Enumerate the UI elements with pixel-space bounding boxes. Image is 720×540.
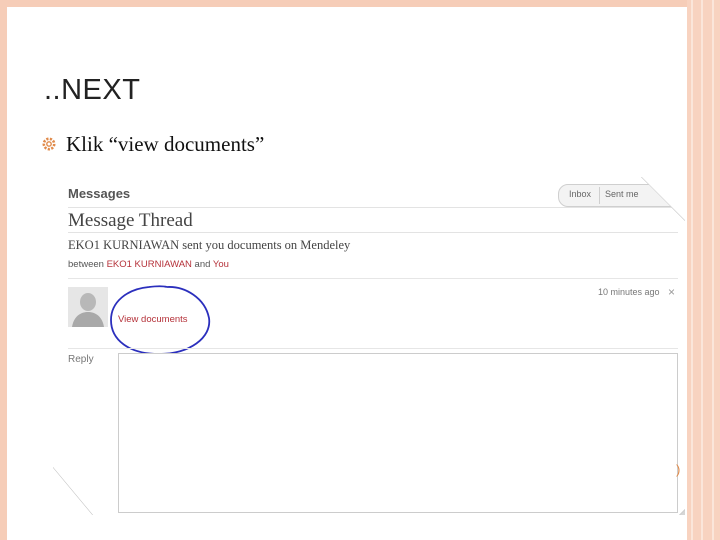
avatar xyxy=(68,287,108,327)
messages-header: Messages xyxy=(68,186,131,201)
frame-stripe xyxy=(701,0,703,540)
mendeley-screenshot: Messages Inbox Sent me Message Thread EK… xyxy=(53,177,685,515)
slide-title: ..NEXT xyxy=(44,74,141,106)
close-icon[interactable]: × xyxy=(668,285,675,299)
slide-frame-top xyxy=(7,0,687,7)
divider xyxy=(68,278,678,279)
frame-stripe xyxy=(712,0,714,540)
bullet-text: Klik “view documents” xyxy=(66,132,265,156)
between-prefix: between xyxy=(68,259,104,270)
reply-label: Reply xyxy=(68,354,94,365)
thread-title: Message Thread xyxy=(68,210,193,231)
tab-sent[interactable]: Sent me xyxy=(605,189,639,199)
frame-stripe xyxy=(691,0,693,540)
divider xyxy=(68,232,678,233)
you-link[interactable]: You xyxy=(213,259,229,270)
reply-textarea[interactable] xyxy=(118,353,678,513)
between-and: and xyxy=(194,259,211,270)
participants-line: between EKO1 KURNIAWAN and You xyxy=(68,259,229,270)
corner-mark: ) xyxy=(676,462,681,477)
divider xyxy=(68,348,678,349)
user-silhouette-icon xyxy=(68,287,108,327)
tab-inbox[interactable]: Inbox xyxy=(569,189,591,199)
tab-divider xyxy=(599,187,600,204)
sender-link[interactable]: EKO1 KURNIAWAN xyxy=(107,259,192,270)
gear-bullet-icon xyxy=(42,137,56,151)
message-timestamp: 10 minutes ago xyxy=(598,287,660,297)
message-subject: EKO1 KURNIAWAN sent you documents on Men… xyxy=(68,238,351,252)
divider xyxy=(68,207,673,208)
messages-page: Messages Inbox Sent me Message Thread EK… xyxy=(53,177,685,515)
slide-frame-left xyxy=(0,0,7,540)
